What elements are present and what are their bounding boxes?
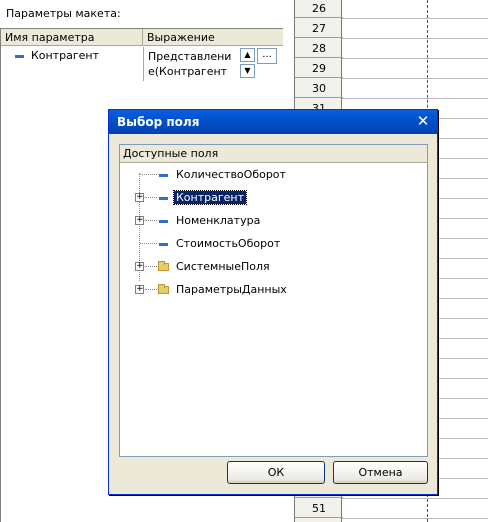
ok-button[interactable]: ОК xyxy=(227,461,325,484)
field-icon xyxy=(159,243,168,246)
tree-item-label: СистемныеПоля xyxy=(176,260,270,273)
tree-connector xyxy=(145,289,157,290)
chevron-up-icon: ▲ xyxy=(244,50,251,59)
row-number[interactable]: 28 xyxy=(295,41,343,58)
row-number[interactable]: 51 xyxy=(295,501,343,518)
tree-item-label: Контрагент xyxy=(172,190,248,205)
param-expression-cell[interactable]: Представление(Контрагент ▲ ▼ ... xyxy=(143,47,283,81)
dialog-title: Выбор поля xyxy=(117,115,200,129)
expand-icon[interactable]: + xyxy=(135,285,144,294)
column-header-name[interactable]: Имя параметра xyxy=(1,29,143,46)
tree-column-header: Доступные поля xyxy=(120,145,427,163)
expression-edit-button[interactable]: ... xyxy=(257,48,277,64)
column-header-expression[interactable]: Выражение xyxy=(143,29,283,46)
field-icon xyxy=(159,197,168,200)
row-number[interactable]: 26 xyxy=(295,1,343,18)
grid-row-line xyxy=(342,18,488,19)
tree-item[interactable]: + Контрагент xyxy=(120,189,420,207)
close-icon[interactable]: ✕ xyxy=(415,113,431,129)
field-icon xyxy=(159,220,168,223)
tree-connector xyxy=(140,243,157,244)
field-icon xyxy=(159,174,168,177)
field-icon xyxy=(15,55,24,58)
grid-row-line xyxy=(342,58,488,59)
params-panel-title: Параметры макета: xyxy=(6,7,121,20)
cancel-button[interactable]: Отмена xyxy=(333,461,428,484)
scroll-up-button[interactable]: ▲ xyxy=(240,48,255,62)
chevron-down-icon: ▼ xyxy=(244,66,251,75)
tree-item-label: КоличествоОборот xyxy=(176,168,286,181)
grid-row-line xyxy=(342,498,488,499)
tree-item-label: СтоимостьОборот xyxy=(176,237,281,250)
tree-connector xyxy=(140,174,157,175)
param-row[interactable]: Контрагент Представление(Контрагент ▲ ▼ … xyxy=(1,47,283,81)
dialog-titlebar[interactable]: Выбор поля ✕ xyxy=(109,110,437,134)
fields-tree[interactable]: Доступные поля КоличествоОборот + Контраге… xyxy=(119,144,428,457)
tree-item-label: ПараметрыДанных xyxy=(176,283,287,296)
param-expression-input[interactable]: Представление(Контрагент xyxy=(148,49,234,81)
row-number[interactable]: 29 xyxy=(295,61,343,78)
tree-item[interactable]: СтоимостьОборот xyxy=(120,235,420,253)
grid-row-line xyxy=(342,78,488,79)
grid-row-line xyxy=(342,518,488,519)
tree-item[interactable]: + Номенклатура xyxy=(120,212,420,230)
expand-icon[interactable]: + xyxy=(135,193,144,202)
tree-item[interactable]: + СистемныеПоля xyxy=(120,258,420,276)
field-selection-dialog: Выбор поля ✕ Доступные поля КоличествоОб… xyxy=(108,109,438,495)
row-number[interactable]: 30 xyxy=(295,81,343,98)
param-name: Контрагент xyxy=(31,49,100,62)
tree-item[interactable]: + ПараметрыДанных xyxy=(120,281,420,299)
expand-icon[interactable]: + xyxy=(135,262,144,271)
row-number[interactable]: 27 xyxy=(295,21,343,38)
grid-row-line xyxy=(342,98,488,99)
folder-icon xyxy=(158,284,169,294)
tree-connector xyxy=(145,197,157,198)
folder-icon xyxy=(158,261,169,271)
expand-icon[interactable]: + xyxy=(135,216,144,225)
tree-item[interactable]: КоличествоОборот xyxy=(120,166,420,184)
param-name-cell[interactable]: Контрагент xyxy=(1,47,143,64)
grid-row-line xyxy=(342,38,488,39)
tree-connector xyxy=(145,266,157,267)
scroll-down-button[interactable]: ▼ xyxy=(240,64,255,78)
tree-connector xyxy=(145,220,157,221)
tree-item-label: Номенклатура xyxy=(176,214,261,227)
